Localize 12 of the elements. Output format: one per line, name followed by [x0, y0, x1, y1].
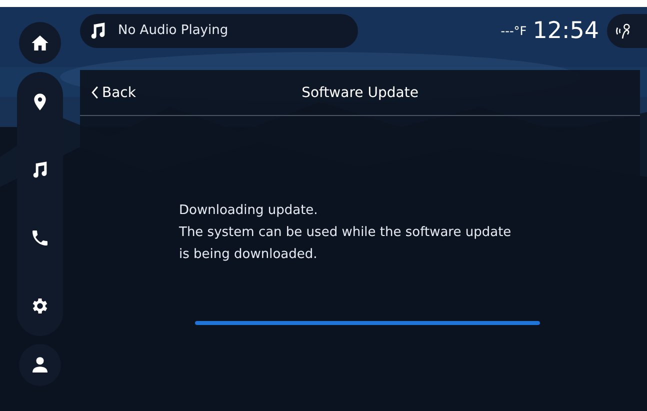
- media-status: No Audio Playing: [118, 23, 228, 38]
- settings-icon: [30, 296, 50, 316]
- chevron-left-icon: [91, 86, 99, 99]
- phone-icon: [30, 228, 50, 248]
- clock: 12:54: [532, 18, 599, 44]
- person-icon: [30, 355, 50, 375]
- status-message: Downloading update. The system can be used while the software update is being downloaded.: [179, 202, 512, 264]
- media-bar[interactable]: No Audio Playing: [80, 14, 358, 48]
- back-button[interactable]: Back: [85, 80, 142, 104]
- page-title: Software Update: [302, 84, 418, 100]
- home-icon: [30, 33, 50, 53]
- temperature: ---°F: [500, 24, 527, 38]
